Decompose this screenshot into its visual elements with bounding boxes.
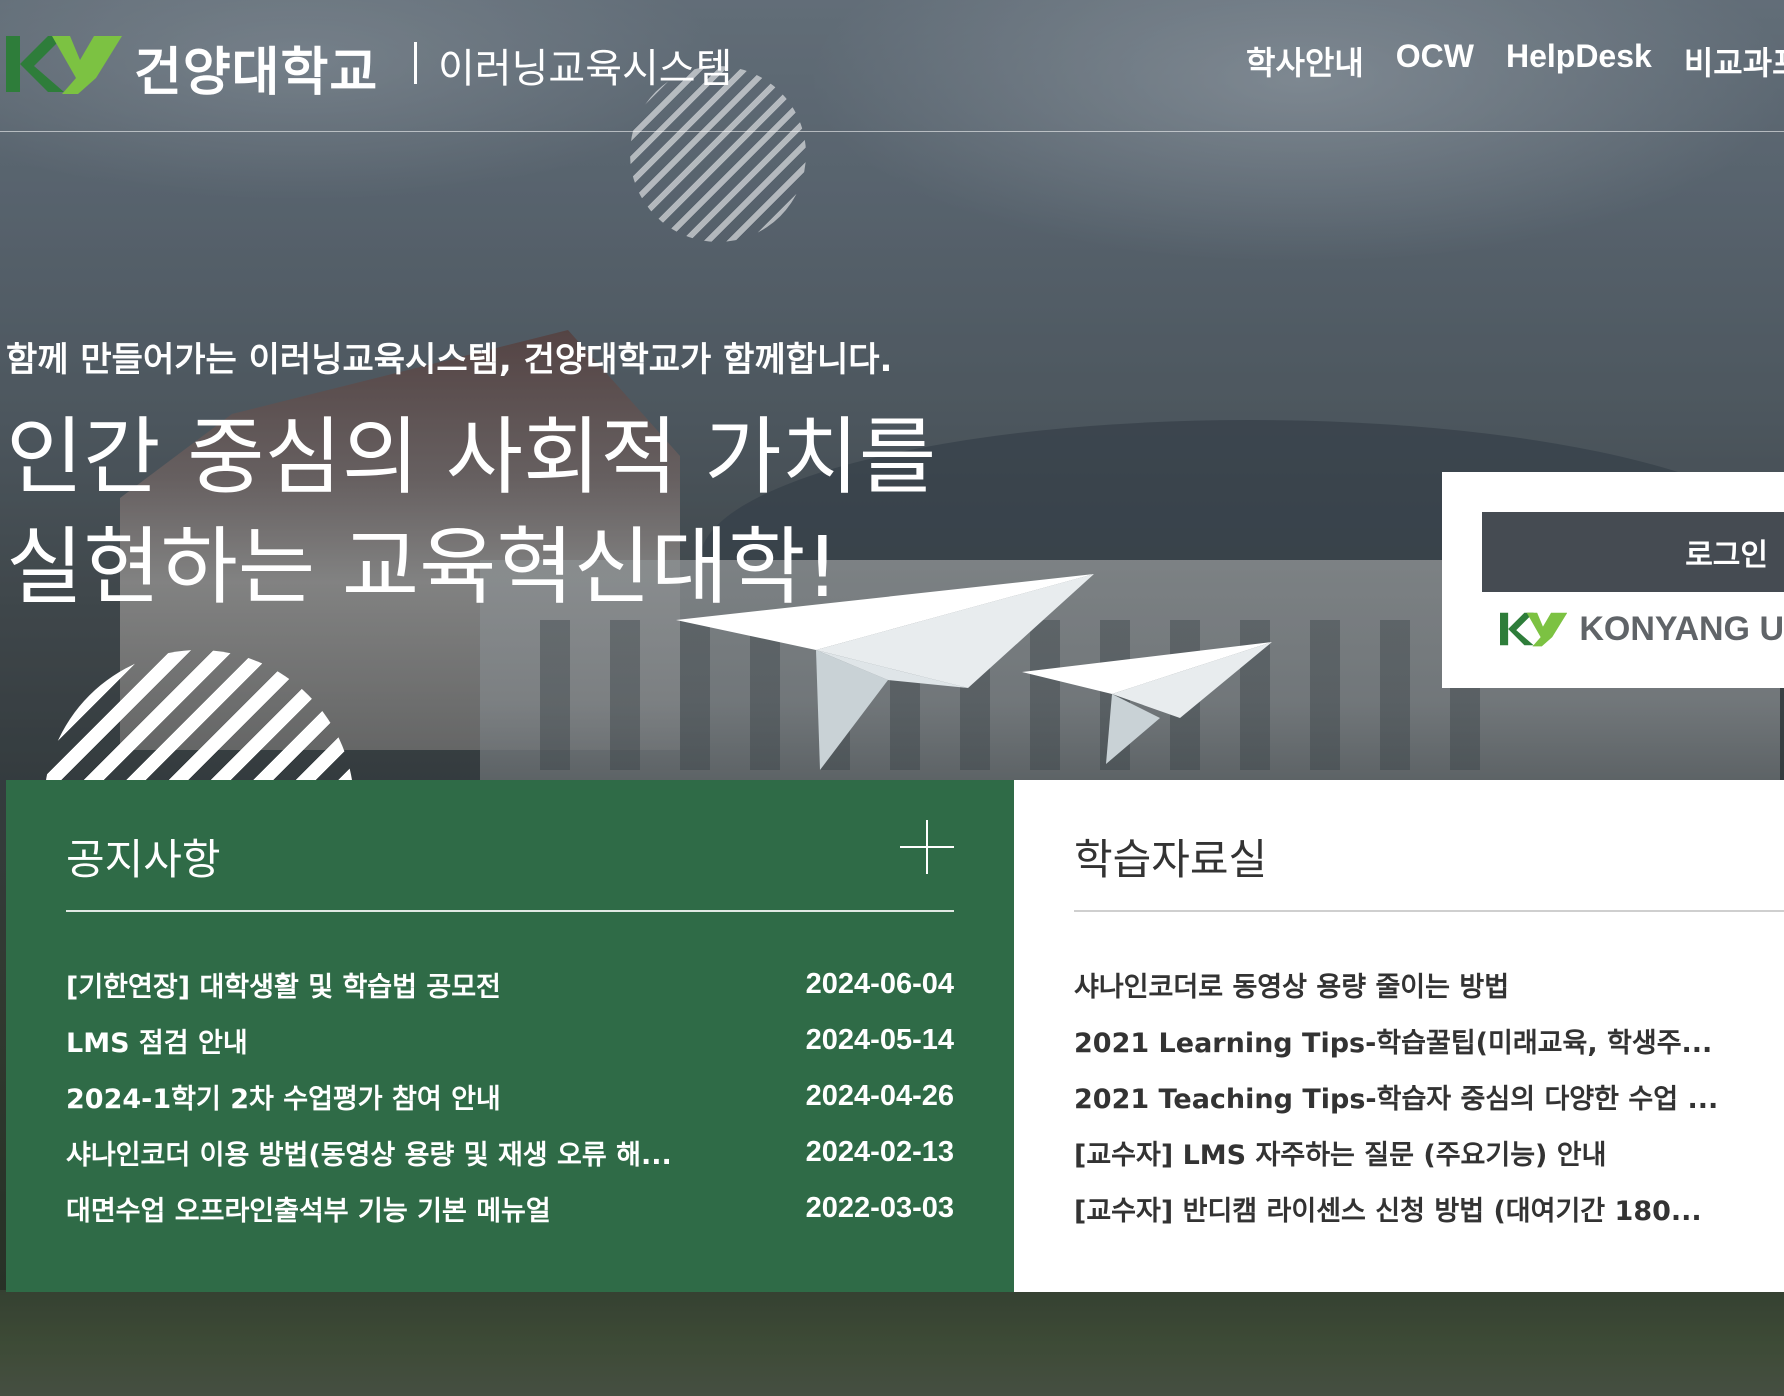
konyang-logo-text: KONYANG U (1579, 609, 1784, 648)
resource-title: 학습자료실 (1074, 835, 1268, 884)
notice-list: [기한연장] 대학생활 및 학습법 공모전 2024-06-04 LMS 점검 … (66, 956, 954, 1236)
login-box: 로그인 KONYANG U (1442, 472, 1784, 688)
nav-extracurricular[interactable]: 비교과프 (1684, 38, 1784, 84)
list-item[interactable]: 대면수업 오프라인출석부 기능 기본 메뉴얼 2022-03-03 (66, 1180, 954, 1236)
nav-helpdesk[interactable]: HelpDesk (1506, 38, 1652, 84)
nav-academic-guide[interactable]: 학사안내 (1246, 38, 1364, 84)
konyang-logo: KONYANG U (1500, 604, 1784, 654)
resource-item-title: 샤나인코더로 동영상 용량 줄이는 방법 (1074, 971, 1510, 1003)
notice-item-title: 2024-1학기 2차 수업평가 참여 안내 (66, 1083, 501, 1115)
notice-item-title: [기한연장] 대학생활 및 학습법 공모전 (66, 971, 501, 1003)
main-nav: 학사안내 OCW HelpDesk 비교과프 (1246, 38, 1784, 84)
list-item[interactable]: [기한연장] 대학생활 및 학습법 공모전 2024-06-04 (66, 956, 954, 1012)
hero-subtitle: 함께 만들어가는 이러닝교육시스템, 건양대학교가 함께합니다. (6, 340, 893, 380)
paper-plane-illustration (676, 574, 1272, 770)
list-item[interactable]: LMS 점검 안내 2024-05-14 (66, 1012, 954, 1068)
divider (1074, 910, 1784, 912)
list-item[interactable]: 2024-1학기 2차 수업평가 참여 안내 2024-04-26 (66, 1068, 954, 1124)
list-item[interactable]: 2021 Teaching Tips-학습자 중심의 다양한 수업 ... (1074, 1068, 1784, 1124)
resource-item-title: [교수자] 반디캠 라이센스 신청 방법 (대여기간 180... (1074, 1195, 1702, 1227)
login-button-label: 로그인 (1685, 538, 1768, 573)
list-item[interactable]: [교수자] 반디캠 라이센스 신청 방법 (대여기간 180... (1074, 1180, 1784, 1236)
resource-item-title: 2021 Teaching Tips-학습자 중심의 다양한 수업 ... (1074, 1083, 1719, 1115)
login-button[interactable]: 로그인 (1482, 512, 1784, 592)
ky-logo-small-icon (1500, 612, 1568, 647)
plus-icon[interactable] (900, 820, 954, 874)
list-item[interactable]: 샤나인코더로 동영상 용량 줄이는 방법 (1074, 956, 1784, 1012)
notice-panel: 공지사항 [기한연장] 대학생활 및 학습법 공모전 2024-06-04 LM… (6, 780, 1014, 1292)
list-item[interactable]: 2021 Learning Tips-학습꿀팁(미래교육, 학생주... (1074, 1012, 1784, 1068)
ky-logo-icon[interactable] (6, 34, 122, 94)
notice-item-title: 대면수업 오프라인출석부 기능 기본 메뉴얼 (66, 1195, 551, 1227)
decorative-hatch-semicircle (44, 650, 354, 780)
notice-title: 공지사항 (66, 835, 221, 884)
notice-item-date: 2024-04-26 (805, 1079, 954, 1112)
resource-item-title: 2021 Learning Tips-학습꿀팁(미래교육, 학생주... (1074, 1027, 1713, 1059)
notice-item-date: 2022-03-03 (805, 1191, 954, 1224)
list-item[interactable]: 샤나인코더 이용 방법(동영상 용량 및 재생 오류 해... 2024-02-… (66, 1124, 954, 1180)
list-item[interactable]: [교수자] LMS 자주하는 질문 (주요기능) 안내 (1074, 1124, 1784, 1180)
notice-item-date: 2024-05-14 (805, 1023, 954, 1056)
university-name[interactable]: 건양대학교 (134, 30, 378, 105)
notice-item-date: 2024-06-04 (805, 967, 954, 1000)
resource-panel: 학습자료실 샤나인코더로 동영상 용량 줄이는 방법 2021 Learning… (1014, 780, 1784, 1292)
notice-item-date: 2024-02-13 (805, 1135, 954, 1168)
divider (66, 910, 954, 912)
resource-list: 샤나인코더로 동영상 용량 줄이는 방법 2021 Learning Tips-… (1074, 956, 1784, 1236)
site-header: 건양대학교 이러닝교육시스템 학사안내 OCW HelpDesk 비교과프 (0, 0, 1784, 132)
notice-item-title: LMS 점검 안내 (66, 1027, 248, 1059)
system-name[interactable]: 이러닝교육시스템 (438, 36, 732, 94)
logo-divider (414, 42, 417, 84)
resource-item-title: [교수자] LMS 자주하는 질문 (주요기능) 안내 (1074, 1139, 1607, 1171)
notice-item-title: 샤나인코더 이용 방법(동영상 용량 및 재생 오류 해... (66, 1139, 672, 1171)
nav-ocw[interactable]: OCW (1396, 38, 1474, 84)
